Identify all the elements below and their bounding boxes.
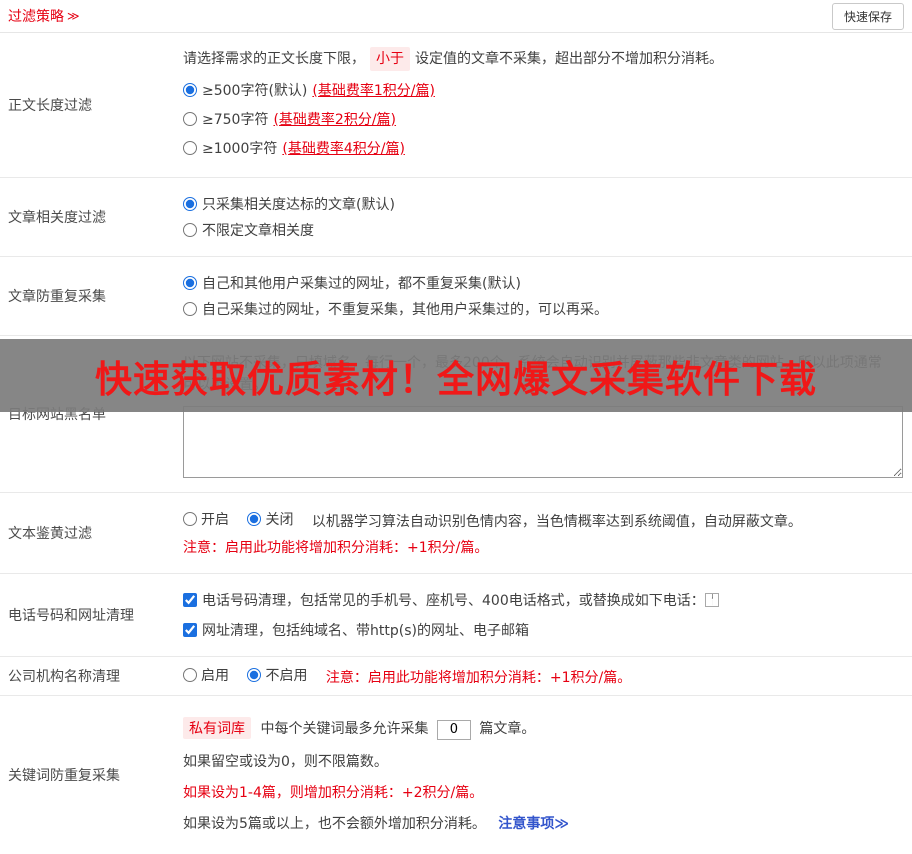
porn-filter-description: 以机器学习算法自动识别色情内容，当色情概率达到系统阈值，自动屏蔽文章。 xyxy=(311,514,802,530)
private-thesaurus-highlight: 私有词库 xyxy=(183,717,251,739)
keyword-dedup-line1: 私有词库 中每个关键词最多允许采集 篇文章。 xyxy=(183,717,904,740)
company-clean-enable-radio[interactable] xyxy=(183,668,197,682)
row-phone-url-clean: 电话号码和网址清理 电话号码清理，包括常见的手机号、座机号、400电话格式，或替… xyxy=(0,574,912,657)
quick-save-button[interactable]: 快速保存 xyxy=(831,2,904,30)
length-option-1000-label: ≥1000字符 xyxy=(202,141,278,157)
promo-banner[interactable]: 快速获取优质素材！全网爆文采集软件下载 xyxy=(0,339,912,412)
length-option-750-label: ≥750字符 xyxy=(202,112,269,128)
row-label-keyword-dedup: 关键词防重复采集 xyxy=(8,767,120,784)
dedup-option-self-only-label: 自己采集过的网址，不重复采集，其他用户采集过的，可以再采。 xyxy=(202,302,608,318)
url-clean-label: 网址清理，包括纯域名、带http(s)的网址、电子邮箱 xyxy=(202,623,529,639)
length-option-750: ≥750字符 (基础费率2积分/篇) xyxy=(183,109,904,129)
length-option-500: ≥500字符(默认) (基础费率1积分/篇) xyxy=(183,80,904,100)
dedup-option-all-users: 自己和其他用户采集过的网址，都不重复采集(默认) xyxy=(183,273,904,293)
phone-replacement-input[interactable] xyxy=(704,593,719,607)
company-clean-disable-label: 不启用 xyxy=(265,668,308,684)
row-keyword-dedup: 关键词防重复采集 私有词库 中每个关键词最多允许采集 篇文章。 如果留空或设为0… xyxy=(0,696,912,854)
keyword-dedup-line4: 如果设为5篇或以上，也不会额外增加积分消耗。 注意事项≫ xyxy=(183,815,570,832)
porn-filter-on-option: 开启 xyxy=(183,509,229,529)
url-clean-checkbox[interactable] xyxy=(183,623,197,637)
less-than-highlight: 小于 xyxy=(370,47,410,71)
dedup-option-all-users-label: 自己和其他用户采集过的网址，都不重复采集(默认) xyxy=(202,276,521,292)
row-label-relevance-filter: 文章相关度过滤 xyxy=(8,210,106,226)
porn-filter-off-label: 关闭 xyxy=(265,512,294,528)
length-option-750-rate: (基础费率2积分/篇) xyxy=(273,112,397,128)
length-option-500-label: ≥500字符(默认) xyxy=(202,83,308,99)
relevance-option-any: 不限定文章相关度 xyxy=(183,220,904,240)
row-label-phone-url-clean: 电话号码和网址清理 xyxy=(8,608,134,624)
collapse-arrow-icon: ≫ xyxy=(67,9,80,23)
url-clean-option: 网址清理，包括纯域名、带http(s)的网址、电子邮箱 xyxy=(183,620,904,640)
company-clean-options: 启用 不启用 注意：启用此功能将增加积分消耗：+1积分/篇。 xyxy=(183,665,904,687)
relevance-option-strict-label: 只采集相关度达标的文章(默认) xyxy=(202,197,395,213)
row-company-clean: 公司机构名称清理 启用 不启用 注意：启用此功能将增加积分消耗：+1积分/篇。 xyxy=(0,657,912,696)
length-option-750-radio[interactable] xyxy=(183,112,197,126)
dedup-option-all-users-radio[interactable] xyxy=(183,276,197,290)
porn-filter-off-option: 关闭 xyxy=(247,509,293,529)
porn-filter-off-radio[interactable] xyxy=(247,512,262,526)
dedup-option-self-only-radio[interactable] xyxy=(183,302,197,316)
keyword-dedup-line3: 如果设为1-4篇，则增加积分消耗：+2积分/篇。 xyxy=(183,784,484,801)
company-clean-note: 注意：启用此功能将增加积分消耗：+1积分/篇。 xyxy=(325,670,632,686)
company-clean-enable-option: 启用 xyxy=(183,665,229,685)
topbar: 过滤策略 ≫ 快速保存 xyxy=(0,0,912,33)
relevance-option-any-radio[interactable] xyxy=(183,223,197,237)
length-filter-description: 请选择需求的正文长度下限， 小于 设定值的文章不采集，超出部分不增加积分消耗。 xyxy=(183,47,904,71)
row-porn-filter: 文本鉴黄过滤 开启 关闭 以机器学习算法自动识别色情内容，当色情概率达到系统阈值… xyxy=(0,493,912,574)
keyword-max-count-input[interactable] xyxy=(436,719,471,740)
porn-filter-note: 注意：启用此功能将增加积分消耗：+1积分/篇。 xyxy=(183,540,489,556)
dedup-option-self-only: 自己采集过的网址，不重复采集，其他用户采集过的，可以再采。 xyxy=(183,299,904,319)
row-label-porn-filter: 文本鉴黄过滤 xyxy=(8,526,92,542)
relevance-option-any-label: 不限定文章相关度 xyxy=(202,223,314,239)
page-title: 过滤策略 xyxy=(8,9,64,25)
promo-banner-text: 快速获取优质素材！全网爆文采集软件下载 xyxy=(95,357,817,401)
phone-clean-option: 电话号码清理，包括常见的手机号、座机号、400电话格式，或替换成如下电话： xyxy=(183,590,904,610)
company-clean-disable-radio[interactable] xyxy=(247,668,262,682)
phone-clean-checkbox[interactable] xyxy=(183,593,197,607)
relevance-option-strict-radio[interactable] xyxy=(183,197,197,211)
porn-filter-on-label: 开启 xyxy=(201,512,229,528)
porn-filter-options: 开启 关闭 以机器学习算法自动识别色情内容，当色情概率达到系统阈值，自动屏蔽文章… xyxy=(183,509,904,531)
row-relevance-filter: 文章相关度过滤 只采集相关度达标的文章(默认) 不限定文章相关度 xyxy=(0,178,912,257)
length-option-500-rate: (基础费率1积分/篇) xyxy=(312,83,435,99)
porn-filter-on-radio[interactable] xyxy=(183,512,197,526)
length-option-500-radio[interactable] xyxy=(183,83,197,97)
page-title-toggle[interactable]: 过滤策略 ≫ xyxy=(8,6,80,26)
row-label-company-clean: 公司机构名称清理 xyxy=(8,669,120,685)
company-clean-enable-label: 启用 xyxy=(201,668,229,684)
row-label-dedup-filter: 文章防重复采集 xyxy=(8,289,106,305)
row-dedup-filter: 文章防重复采集 自己和其他用户采集过的网址，都不重复采集(默认) 自己采集过的网… xyxy=(0,257,912,336)
row-label-length-filter: 正文长度过滤 xyxy=(8,98,92,114)
length-option-1000: ≥1000字符 (基础费率4积分/篇) xyxy=(183,138,904,158)
length-option-1000-rate: (基础费率4积分/篇) xyxy=(282,141,405,157)
relevance-option-strict: 只采集相关度达标的文章(默认) xyxy=(183,194,904,214)
row-length-filter: 正文长度过滤 请选择需求的正文长度下限， 小于 设定值的文章不采集，超出部分不增加积… xyxy=(0,33,912,178)
site-blacklist-textarea[interactable] xyxy=(183,406,903,478)
company-clean-disable-option: 不启用 xyxy=(247,665,307,685)
phone-clean-label: 电话号码清理，包括常见的手机号、座机号、400电话格式，或替换成如下电话： xyxy=(202,593,705,609)
length-option-1000-radio[interactable] xyxy=(183,141,197,155)
notes-link[interactable]: 注意事项≫ xyxy=(498,816,569,832)
